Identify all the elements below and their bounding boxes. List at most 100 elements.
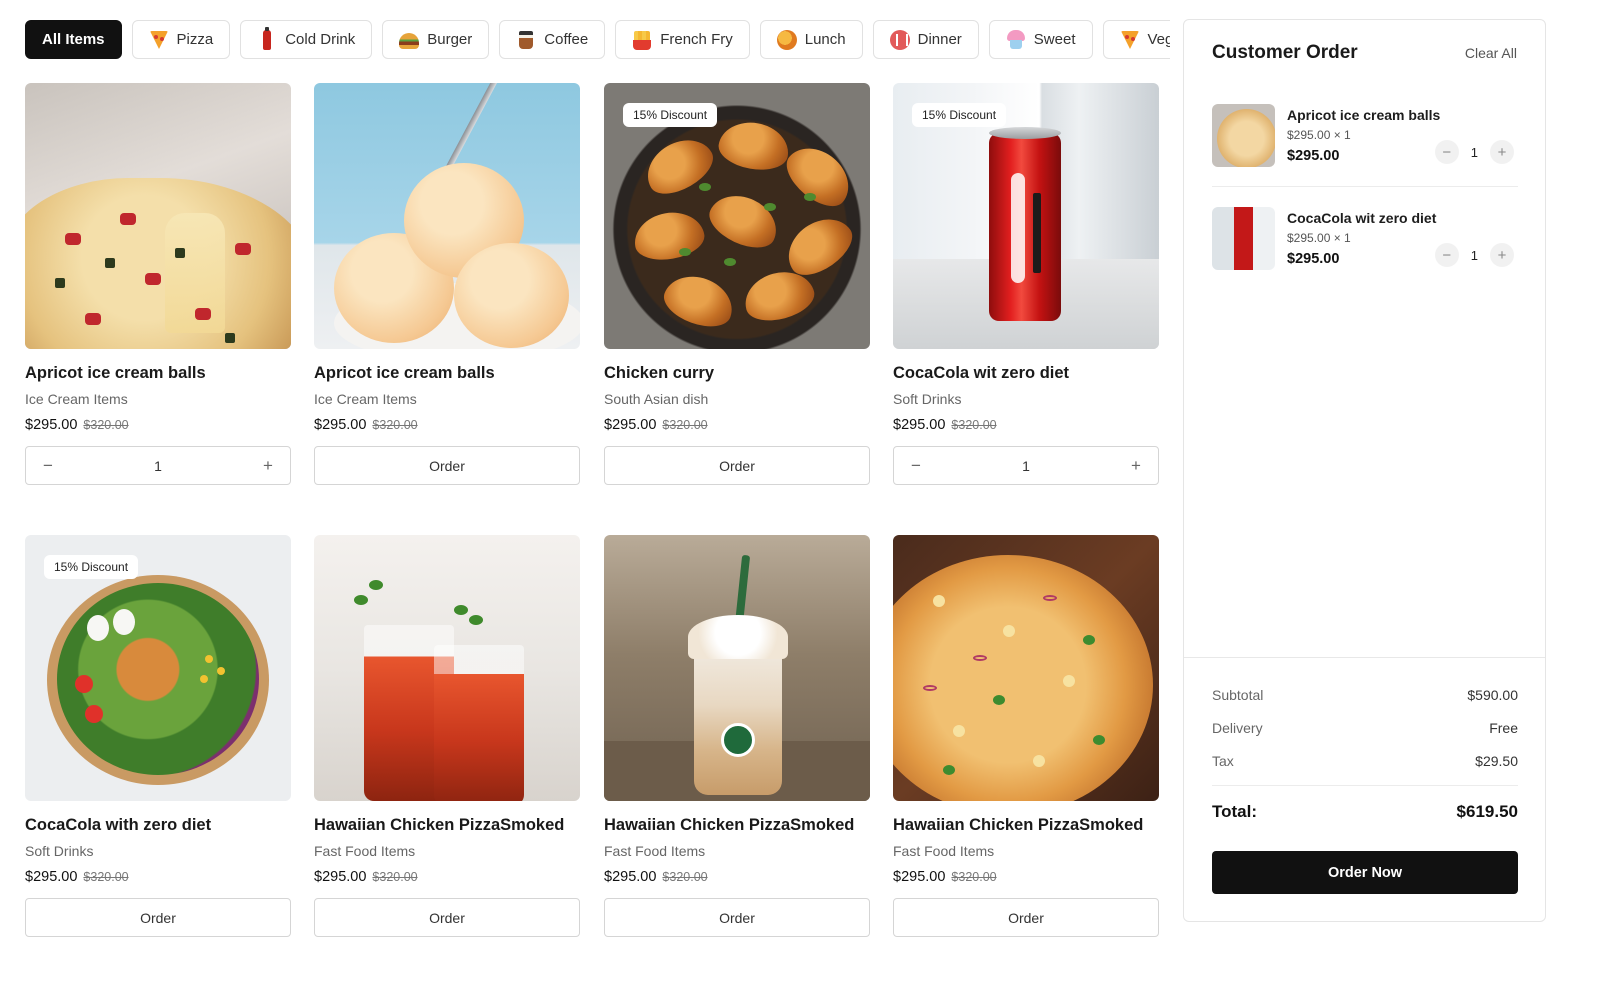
- product-category: South Asian dish: [604, 391, 709, 407]
- product-old-price: $320.00: [662, 870, 708, 884]
- product-category: Fast Food Items: [604, 843, 706, 859]
- order-item-thumbnail: [1212, 207, 1275, 270]
- product-card: Hawaiian Chicken PizzaSmoked Fast Food I…: [314, 535, 580, 937]
- product-category: Fast Food Items: [314, 843, 416, 859]
- increment-button[interactable]: +: [1490, 140, 1514, 164]
- product-name: CocaCola with zero diet: [25, 816, 212, 834]
- product-price: $295.00: [25, 417, 78, 433]
- quantity-value: 1: [154, 457, 162, 474]
- order-button[interactable]: Order: [604, 898, 870, 937]
- category-lunch[interactable]: Lunch: [759, 20, 863, 59]
- category-dinner[interactable]: Dinner: [872, 20, 979, 59]
- total-label: Total:: [1212, 802, 1258, 821]
- category-burger[interactable]: Burger: [382, 20, 490, 59]
- discount-badge: 15% Discount: [912, 103, 1007, 127]
- cold-drink-icon: [257, 26, 277, 50]
- order-button[interactable]: Order: [604, 446, 870, 485]
- product-name: Hawaiian Chicken PizzaSmoked: [314, 816, 565, 834]
- product-card: 15% Discount CocaCola with zero diet Sof…: [25, 535, 291, 937]
- product-category: Soft Drinks: [25, 843, 94, 859]
- quantity-stepper: − 1 +: [25, 446, 291, 485]
- category-french-fry[interactable]: French Fry: [615, 20, 750, 59]
- product-price: $295.00: [604, 417, 657, 433]
- category-all-items[interactable]: All Items: [25, 20, 122, 59]
- coke-can-image[interactable]: 15% Discount: [893, 83, 1159, 349]
- category-cold-drink[interactable]: Cold Drink: [240, 20, 373, 59]
- product-card: 15% Discount Chicken curry South Asian d…: [604, 83, 870, 485]
- decrement-button[interactable]: −: [1434, 140, 1459, 164]
- subtotal-value: $590.00: [1467, 687, 1518, 703]
- product-category: Ice Cream Items: [25, 391, 128, 407]
- product-price: $295.00: [893, 869, 946, 885]
- category-label: All Items: [42, 31, 105, 48]
- product-old-price: $320.00: [372, 418, 418, 432]
- subtotal-label: Subtotal: [1212, 687, 1264, 703]
- order-item-unit: $295.00 × 1: [1287, 231, 1351, 245]
- category-label: French Fry: [660, 31, 733, 48]
- product-old-price: $320.00: [83, 418, 129, 432]
- increment-button[interactable]: +: [1128, 456, 1144, 476]
- order-button[interactable]: Order: [314, 446, 580, 485]
- increment-button[interactable]: +: [1490, 243, 1514, 267]
- product-price: $295.00: [314, 417, 367, 433]
- quantity-value: 1: [1022, 457, 1030, 474]
- category-pizza[interactable]: Pizza: [131, 20, 231, 59]
- chicken-image[interactable]: 15% Discount: [604, 83, 870, 349]
- subtotal-row: Subtotal $590.00: [1212, 687, 1518, 703]
- product-prices: $295.00 $320.00: [25, 417, 291, 433]
- discount-badge: 15% Discount: [44, 555, 139, 579]
- product-price: $295.00: [604, 869, 657, 885]
- decrement-button[interactable]: −: [1434, 243, 1459, 267]
- salad-bowl-image[interactable]: 15% Discount: [25, 535, 291, 801]
- category-label: Coffee: [544, 31, 589, 48]
- category-label: Veg: [1147, 31, 1171, 48]
- product-name: Apricot ice cream balls: [314, 364, 495, 382]
- divider: [1212, 186, 1518, 187]
- pizza-slice-image[interactable]: [25, 83, 291, 349]
- product-price: $295.00: [314, 869, 367, 885]
- iced-tea-image[interactable]: [314, 535, 580, 801]
- pizza-board-image[interactable]: [893, 535, 1159, 801]
- category-coffee[interactable]: Coffee: [499, 20, 606, 59]
- order-button[interactable]: Order: [25, 898, 291, 937]
- lunch-icon: [776, 29, 797, 50]
- product-prices: $295.00 $320.00: [604, 417, 870, 433]
- increment-button[interactable]: +: [260, 456, 276, 476]
- tax-row: Tax $29.50: [1212, 753, 1518, 769]
- category-sweet[interactable]: Sweet: [988, 20, 1093, 59]
- product-prices: $295.00 $320.00: [314, 869, 580, 885]
- burger-icon: [399, 32, 420, 49]
- decrement-button[interactable]: −: [908, 456, 924, 476]
- product-old-price: $320.00: [951, 870, 997, 884]
- order-item: CocaCola wit zero diet $295.00 × 1 $295.…: [1212, 207, 1518, 293]
- order-button[interactable]: Order: [893, 898, 1159, 937]
- frappuccino-image[interactable]: [604, 535, 870, 801]
- decrement-button[interactable]: −: [40, 456, 56, 476]
- ice-cream-image[interactable]: [314, 83, 580, 349]
- order-now-button[interactable]: Order Now: [1212, 851, 1518, 894]
- category-label: Pizza: [176, 31, 214, 48]
- sweet-icon: [1006, 29, 1025, 50]
- total-value: $619.50: [1456, 802, 1518, 821]
- product-card: 15% Discount CocaCola wit zero diet Soft…: [893, 83, 1159, 485]
- category-label: Lunch: [804, 31, 846, 48]
- product-name: Hawaiian Chicken PizzaSmoked: [893, 816, 1144, 834]
- order-item: Apricot ice cream balls $295.00 × 1 $295…: [1212, 104, 1518, 190]
- product-name: Apricot ice cream balls: [25, 364, 206, 382]
- category-veg[interactable]: Veg: [1102, 20, 1171, 59]
- discount-badge: 15% Discount: [623, 103, 718, 127]
- category-label: Dinner: [917, 31, 962, 48]
- clear-all-button[interactable]: Clear All: [1465, 45, 1517, 61]
- product-category: Soft Drinks: [893, 391, 962, 407]
- tax-label: Tax: [1212, 753, 1234, 769]
- product-old-price: $320.00: [372, 870, 418, 884]
- order-item-qty: 1: [1470, 247, 1478, 263]
- product-price: $295.00: [25, 869, 78, 885]
- product-category: Ice Cream Items: [314, 391, 417, 407]
- category-label: Cold Drink: [285, 31, 356, 48]
- order-button[interactable]: Order: [314, 898, 580, 937]
- dinner-icon: [889, 29, 910, 50]
- delivery-label: Delivery: [1212, 720, 1263, 736]
- veg-icon: [1120, 30, 1140, 50]
- product-prices: $295.00 $320.00: [314, 417, 580, 433]
